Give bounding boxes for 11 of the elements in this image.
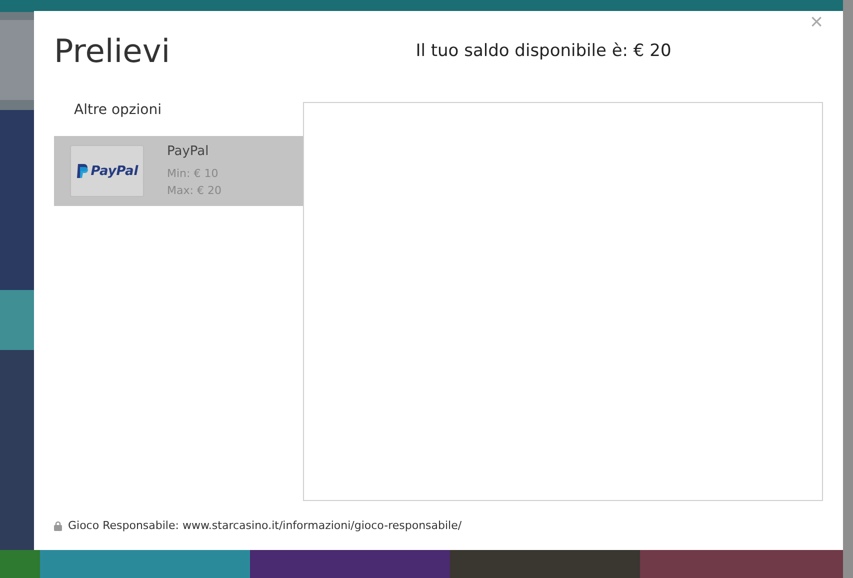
p-icon	[76, 164, 88, 178]
paypal-logo: PayPal	[70, 145, 144, 197]
method-name: PayPal	[167, 144, 210, 158]
balance-text: Il tuo saldo disponibile è: € 20	[414, 41, 672, 61]
sidebar-heading: Altre opzioni	[74, 102, 162, 118]
min-amount: Min: € 10	[167, 166, 220, 182]
payment-method[interactable]: PayPal PayPal Min: € 10 Max: € 20	[54, 136, 303, 206]
dialog-title: Prelievi	[54, 32, 172, 70]
footer-text: Gioco Responsabile: www.starcasino.it/informazioni/gioco-responsabile/	[68, 519, 462, 532]
lock-icon	[54, 520, 62, 530]
max-amount: Max: € 20	[167, 182, 222, 198]
